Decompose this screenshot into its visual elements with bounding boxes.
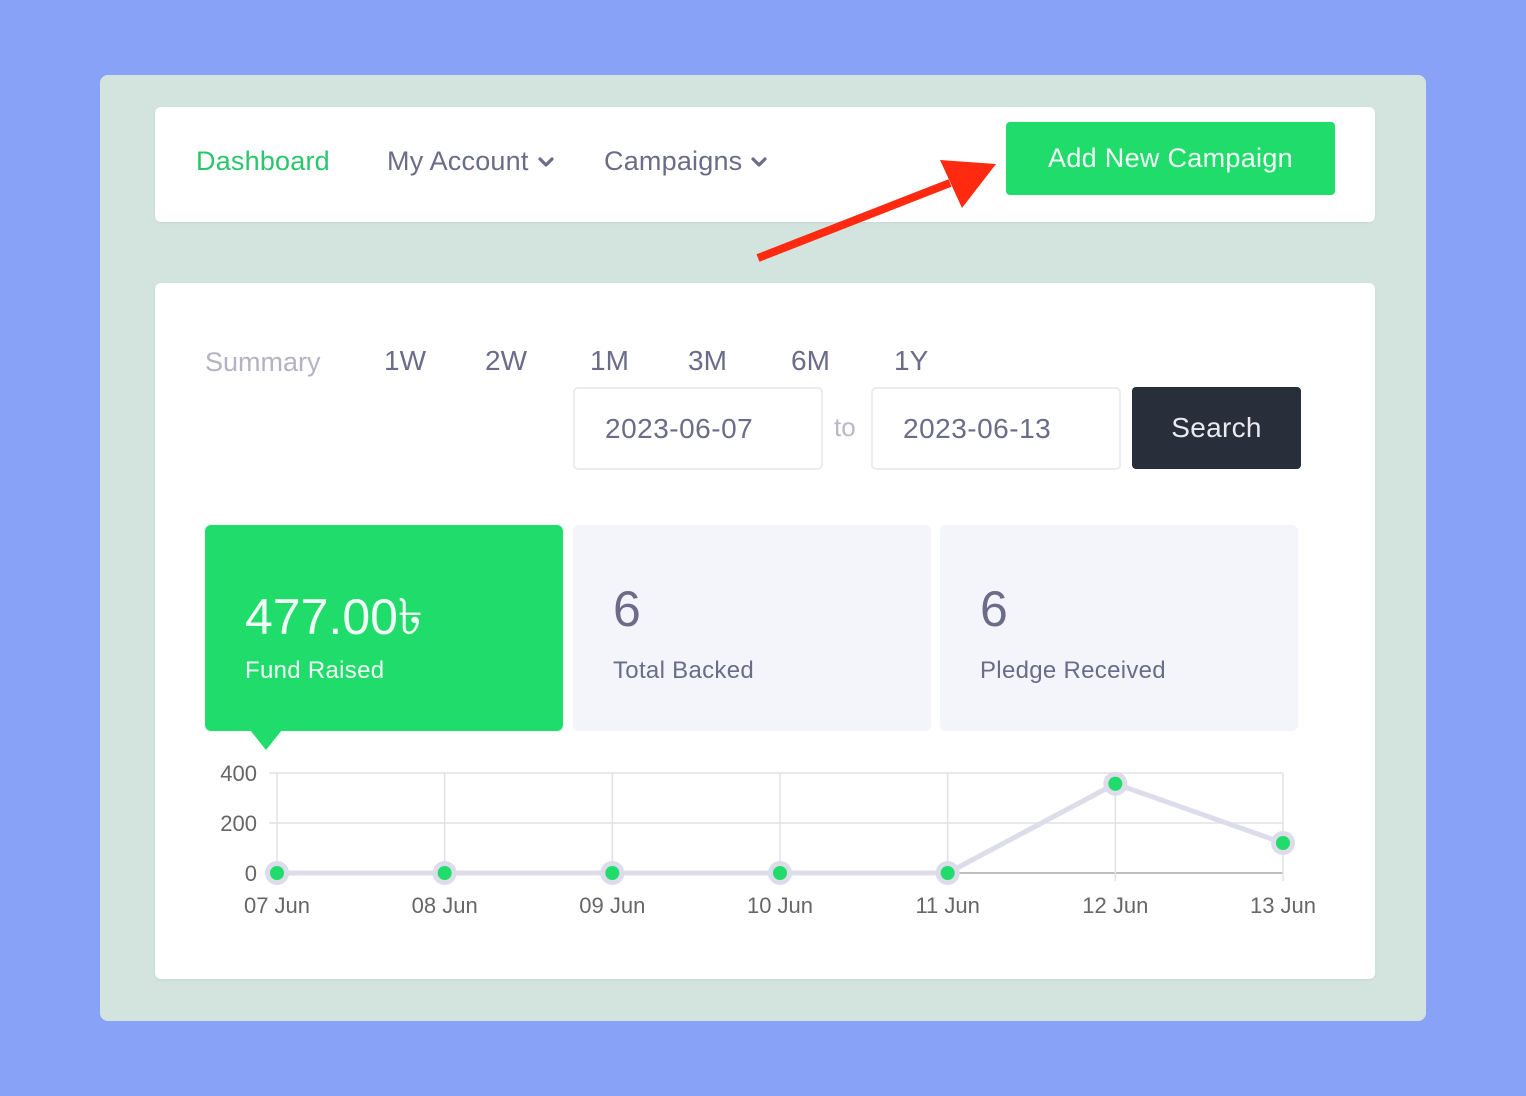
x-tick-label: 12 Jun — [1082, 893, 1148, 918]
stat-card-total-backed[interactable]: 6 Total Backed — [573, 525, 931, 731]
range-2w[interactable]: 2W — [485, 345, 527, 377]
x-tick-label: 08 Jun — [412, 893, 478, 918]
x-tick-label: 11 Jun — [915, 893, 979, 918]
stat-value: 477.00৳ — [245, 589, 423, 645]
x-tick-label: 10 Jun — [747, 893, 813, 918]
chevron-down-icon — [751, 156, 767, 167]
range-1y[interactable]: 1Y — [894, 345, 928, 377]
range-1m[interactable]: 1M — [590, 345, 629, 377]
data-point — [270, 866, 284, 880]
search-button[interactable]: Search — [1132, 387, 1301, 469]
range-3m[interactable]: 3M — [688, 345, 727, 377]
data-point — [1276, 836, 1290, 850]
nav-my-account-label: My Account — [387, 146, 529, 176]
to-label: to — [834, 412, 856, 442]
data-point — [773, 866, 787, 880]
summary-label: Summary — [205, 347, 321, 377]
from-date-input[interactable] — [573, 387, 823, 470]
nav-my-account[interactable]: My Account — [387, 146, 555, 177]
fund-raised-line-chart: 0 200 400 07 Jun 08 Jun 09 Jun 10 Jun 11 Jun 12 … — [220, 761, 1316, 918]
nav-dashboard-label: Dashboard — [196, 146, 330, 176]
stat-card-fund-raised[interactable]: 477.00৳ Fund Raised — [205, 525, 563, 731]
stat-value: 6 — [980, 581, 1008, 637]
data-point — [1108, 776, 1123, 791]
chevron-down-icon — [537, 156, 554, 167]
nav-dashboard[interactable]: Dashboard — [196, 146, 330, 177]
nav-campaigns[interactable]: Campaigns — [604, 146, 768, 177]
to-date-input[interactable] — [871, 387, 1121, 470]
data-point — [605, 866, 620, 880]
y-tick-label: 400 — [220, 761, 257, 786]
stat-label: Fund Raised — [245, 657, 385, 684]
x-tick-label: 13 Jun — [1250, 893, 1316, 918]
stat-label: Total Backed — [613, 657, 755, 684]
range-6m[interactable]: 6M — [791, 345, 830, 377]
stat-card-pledge-received[interactable]: 6 Pledge Received — [940, 525, 1298, 731]
y-tick-label: 200 — [220, 811, 257, 836]
active-card-pointer — [250, 730, 282, 750]
y-tick-label: 0 — [245, 861, 257, 886]
add-new-campaign-button[interactable]: Add New Campaign — [1006, 122, 1335, 195]
data-point — [940, 866, 955, 880]
range-1w[interactable]: 1W — [384, 345, 426, 377]
x-tick-label: 07 Jun — [244, 893, 310, 918]
x-tick-label: 09 Jun — [579, 893, 645, 918]
stat-label: Pledge Received — [980, 657, 1166, 684]
stat-value: 6 — [613, 581, 641, 637]
data-point — [437, 866, 452, 880]
nav-campaigns-label: Campaigns — [604, 146, 743, 176]
